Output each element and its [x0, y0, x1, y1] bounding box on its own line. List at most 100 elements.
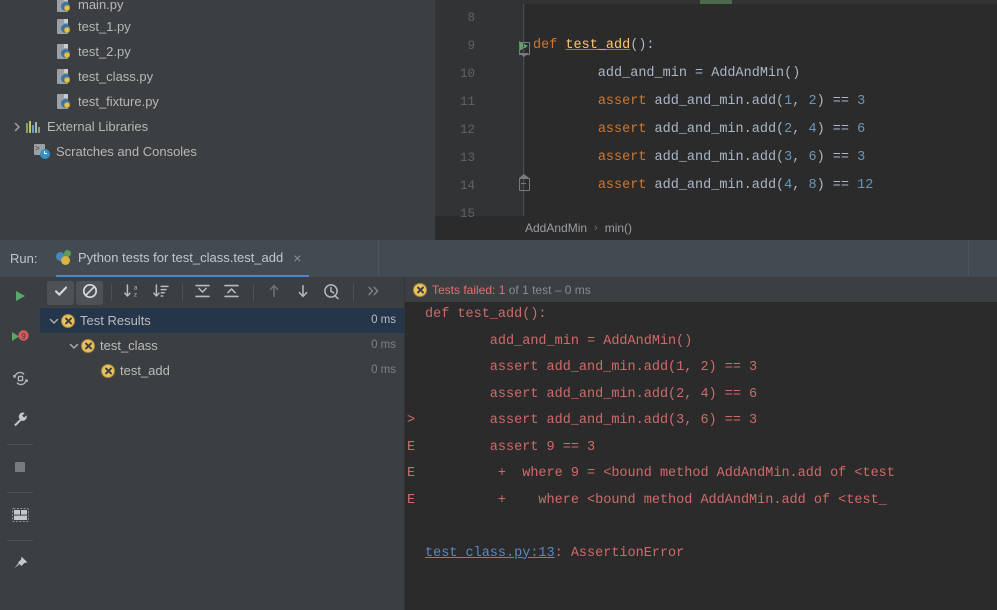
- run-actions-rail[interactable]: 9: [0, 277, 40, 610]
- code-token: 8: [808, 178, 817, 193]
- debug-icon: 9: [11, 329, 29, 348]
- test-results-tree[interactable]: Test Results 0 ms test_class 0 ms test_add 0 …: [40, 308, 404, 610]
- arrow-down-icon: [296, 283, 310, 302]
- toolbar-separator: [111, 284, 112, 301]
- next-failed-test-button[interactable]: [289, 281, 316, 305]
- chevron-down-icon[interactable]: [46, 308, 61, 333]
- run-tab-title: Python tests for test_class.test_add: [78, 250, 284, 265]
- code-line[interactable]: add_and_min = AddAndMin(): [525, 60, 997, 88]
- python-file-icon: [55, 18, 73, 35]
- code-token: 12: [857, 178, 874, 193]
- project-tree-item[interactable]: test_fixture.py: [0, 89, 159, 114]
- more-options-button[interactable]: [360, 281, 387, 305]
- code-line[interactable]: assert add_and_min.add(3, 6) == 3: [525, 144, 997, 172]
- editor-panel[interactable]: 8 9 10 11 12 13 14 15 def test_add(): add_and_m…: [435, 0, 997, 240]
- run-configuration-tab[interactable]: Python tests for test_class.test_add ×: [56, 240, 310, 277]
- code-token: assert: [597, 178, 647, 193]
- test-history-button[interactable]: [318, 281, 345, 305]
- ide-window: main.py test_1.py test_2.py test_class.py te…: [0, 0, 997, 610]
- code-token: ,: [792, 178, 809, 193]
- code-token: test_add: [565, 38, 631, 53]
- rail-separator: [7, 540, 33, 541]
- close-icon[interactable]: ×: [293, 251, 301, 265]
- code-token: 3: [857, 150, 866, 165]
- error-source-link[interactable]: test_class.py:13: [425, 546, 555, 561]
- code-line[interactable]: assert add_and_min.add(1, 2) == 3: [525, 88, 997, 116]
- previous-failed-test-button[interactable]: [260, 281, 287, 305]
- pin-tab-button[interactable]: [0, 544, 40, 585]
- rerun-button[interactable]: [0, 277, 40, 318]
- svg-text:z: z: [133, 292, 136, 299]
- console-line: add_and_min = AddAndMin(): [405, 329, 997, 356]
- test-duration: 0 ms: [371, 364, 396, 376]
- stop-button[interactable]: [0, 448, 40, 489]
- project-tree-item[interactable]: test_class.py: [0, 64, 153, 89]
- test-toolbar[interactable]: az: [40, 277, 405, 308]
- test-tree-row-label: Test Results: [80, 313, 151, 328]
- code-line[interactable]: assert add_and_min.add(4, 8) == 12: [525, 172, 997, 200]
- sort-by-duration-button[interactable]: [147, 281, 174, 305]
- console-line-text: + where 9 = <bound method AddAndMin.add …: [425, 466, 895, 481]
- scratches-icon: >: [33, 144, 51, 160]
- tests-failed-count: 1: [498, 282, 506, 297]
- chevron-down-icon[interactable]: [66, 333, 81, 358]
- test-failed-icon: [81, 338, 95, 353]
- code-token: ,: [792, 150, 809, 165]
- test-output-console[interactable]: Tests failed: 1 of 1 test – 0 ms def tes…: [405, 277, 997, 610]
- collapse-all-button[interactable]: [218, 281, 245, 305]
- code-line[interactable]: [525, 4, 997, 32]
- project-tree-item[interactable]: test_1.py: [0, 14, 131, 39]
- code-token: def: [533, 38, 566, 53]
- breadcrumb-child[interactable]: min(): [605, 221, 632, 235]
- chevron-right-icon[interactable]: [10, 114, 24, 139]
- rail-separator: [7, 492, 33, 493]
- code-line[interactable]: assert add_and_min.add(2, 4) == 6: [525, 116, 997, 144]
- console-line-text: add_and_min = AddAndMin(): [425, 333, 693, 349]
- breadcrumb-parent[interactable]: AddAndMin: [525, 221, 587, 235]
- code-token: ) ==: [816, 150, 858, 165]
- settings-button[interactable]: [0, 400, 40, 441]
- code-token: 6: [808, 150, 817, 165]
- code-line[interactable]: [525, 200, 997, 216]
- test-failed-icon: [61, 313, 75, 328]
- chevron-double-right-icon: [366, 284, 382, 301]
- project-tree-panel[interactable]: main.py test_1.py test_2.py test_class.py te…: [0, 0, 435, 240]
- test-tree-row[interactable]: test_add 0 ms: [40, 358, 404, 383]
- code-text[interactable]: def test_add(): add_and_min = AddAndMin(…: [525, 4, 997, 216]
- code-line[interactable]: def test_add():: [525, 32, 997, 60]
- top-area: main.py test_1.py test_2.py test_class.py te…: [0, 0, 997, 240]
- code-token: add_and_min.add(: [646, 122, 785, 137]
- breadcrumb[interactable]: AddAndMin › min(): [525, 216, 997, 240]
- expand-all-button[interactable]: [189, 281, 216, 305]
- rerun-debug-button[interactable]: 9: [0, 318, 40, 359]
- test-tree-row-label: test_class: [100, 338, 158, 353]
- sort-alphabetically-button[interactable]: az: [118, 281, 145, 305]
- project-tree-item[interactable]: External Libraries: [0, 114, 148, 139]
- show-passed-toggle[interactable]: [47, 280, 74, 305]
- console-output-text[interactable]: def test_add(): add_and_min = AddAndMin(…: [405, 302, 997, 610]
- python-file-icon: [55, 43, 73, 60]
- tests-failed-detail: of 1 test – 0 ms: [508, 282, 591, 297]
- console-line: assert add_and_min.add(2, 4) == 6: [405, 382, 997, 409]
- line-number: 15: [459, 207, 475, 221]
- run-header: Run: Python tests for test_class.test_ad…: [0, 240, 997, 277]
- test-tree-row[interactable]: Test Results 0 ms: [40, 308, 404, 333]
- project-tree-item[interactable]: test_2.py: [0, 39, 131, 64]
- layout-icon: [11, 508, 29, 525]
- code-token: ) ==: [816, 122, 858, 137]
- project-tree-item-label: test_class.py: [78, 69, 154, 84]
- show-ignored-toggle[interactable]: [76, 280, 103, 305]
- console-line-text: assert 9 == 3: [425, 439, 596, 455]
- console-error-line: test_class.py:13: AssertionError: [405, 541, 997, 568]
- project-tree-item[interactable]: > Scratches and Consoles: [0, 139, 197, 164]
- toggle-auto-test-button[interactable]: [0, 359, 40, 400]
- console-line-text: assert add_and_min.add(2, 4) == 6: [425, 386, 758, 402]
- layout-button[interactable]: [0, 496, 40, 537]
- header-divider: [378, 240, 379, 277]
- expand-all-icon: [194, 283, 211, 302]
- check-icon: [53, 283, 69, 302]
- test-tree-row[interactable]: test_class 0 ms: [40, 333, 404, 358]
